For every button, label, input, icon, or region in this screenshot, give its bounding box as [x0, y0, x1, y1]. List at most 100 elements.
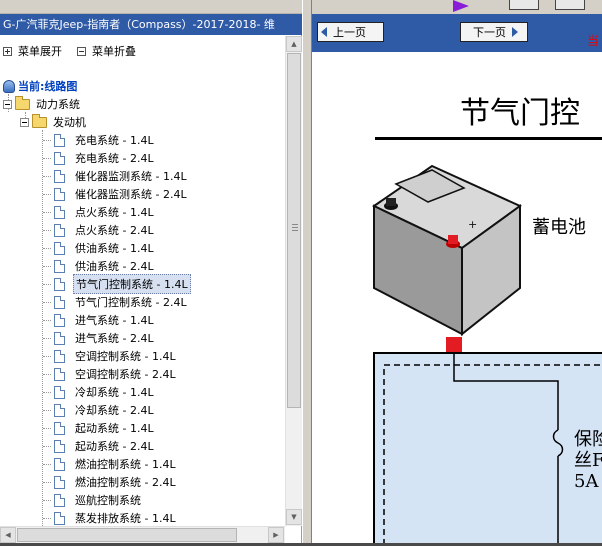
tree-guide-line [43, 374, 51, 375]
tree-item-label: 起动系统 - 2.4L [75, 440, 154, 453]
navigation-pane: G-广汽菲克Jeep-指南者（Compass）-2017-2018- 维 菜单展… [0, 0, 302, 546]
tree-item[interactable]: 冷却系统 - 1.4L [54, 383, 156, 401]
tree-guide-line [43, 482, 51, 483]
tree-item[interactable]: 供油系统 - 2.4L [54, 257, 156, 275]
tree-item[interactable]: 起动系统 - 2.4L [54, 437, 156, 455]
tree-item[interactable]: 空调控制系统 - 2.4L [54, 365, 178, 383]
tree-item[interactable]: 充电系统 - 2.4L [54, 149, 156, 167]
tree-item[interactable]: 充电系统 - 1.4L [54, 131, 156, 149]
window-top-strip [0, 0, 302, 14]
tree-guide-line [43, 212, 51, 213]
tree-item[interactable]: 空调控制系统 - 1.4L [54, 347, 178, 365]
horizontal-scrollbar[interactable]: ◀ ▶ [0, 526, 285, 543]
tree-guide-line [43, 266, 51, 267]
document-icon [54, 295, 65, 309]
tree-guide-line [43, 356, 51, 357]
current-page-indicator: 当 [587, 34, 600, 48]
expand-menu-label: 菜单展开 [18, 45, 62, 58]
current-location: 当前:线路图 [3, 77, 77, 95]
tree-item[interactable]: 点火系统 - 2.4L [54, 221, 156, 239]
tree-item-label: 空调控制系统 - 1.4L [75, 350, 176, 363]
tree-item-label: 蒸发排放系统 - 1.4L [75, 512, 176, 525]
scroll-left-button[interactable]: ◀ [0, 527, 16, 543]
fuse-label-line: 保险 [574, 429, 602, 450]
window-icon[interactable] [509, 0, 539, 10]
prev-page-label: 上一页 [333, 26, 366, 39]
fuse-label: 保险 丝F 5A [574, 429, 602, 492]
tree-item[interactable]: 点火系统 - 1.4L [54, 203, 156, 221]
tree-item-label: 供油系统 - 1.4L [75, 242, 154, 255]
tree-node-label: 发动机 [53, 116, 86, 129]
document-icon [54, 331, 65, 345]
page-navigation-bar: 上一页 下一页 当 [312, 14, 602, 52]
tree-item-label: 空调控制系统 - 2.4L [75, 368, 176, 381]
tree-guide-line [43, 158, 51, 159]
tree-item-label: 点火系统 - 1.4L [75, 206, 154, 219]
tree-item-label: 起动系统 - 1.4L [75, 422, 154, 435]
tree-guide-line [43, 320, 51, 321]
scroll-up-button[interactable]: ▲ [286, 36, 302, 52]
diagram-pane: 上一页 下一页 当 节气门控 + 蓄电池 保险 丝F 5A [312, 0, 602, 546]
tree-item-label: 供油系统 - 2.4L [75, 260, 154, 273]
tree-item-label: 催化器监测系统 - 1.4L [75, 170, 187, 183]
collapse-node-icon[interactable] [20, 117, 29, 127]
tree-node-power-system[interactable]: 动力系统 [3, 95, 82, 113]
tree-node-label: 动力系统 [36, 98, 80, 111]
tree-item-label: 进气系统 - 2.4L [75, 332, 154, 345]
tree-guide-line [43, 338, 51, 339]
tree-item-label: 巡航控制系统 [75, 494, 141, 507]
scroll-down-button[interactable]: ▼ [286, 509, 302, 525]
tree-item-label: 催化器监测系统 - 2.4L [75, 188, 187, 201]
diagram-drawing: + [372, 164, 602, 546]
fuse-label-line: 丝F [574, 450, 602, 471]
battery-icon[interactable]: + [372, 164, 522, 337]
scroll-right-button[interactable]: ▶ [268, 527, 284, 543]
battery-label: 蓄电池 [532, 217, 586, 238]
tree-item[interactable]: 催化器监测系统 - 2.4L [54, 185, 189, 203]
play-icon[interactable] [453, 0, 469, 12]
collapse-node-icon[interactable] [3, 99, 12, 109]
tree-guide-line [43, 194, 51, 195]
tree-guide-line [43, 392, 51, 393]
prev-page-button[interactable]: 上一页 [317, 22, 384, 42]
tree-guide-line [43, 302, 51, 303]
tree-node-engine[interactable]: 发动机 [20, 113, 88, 131]
tree-item[interactable]: 进气系统 - 2.4L [54, 329, 156, 347]
expand-icon [3, 46, 12, 56]
document-icon [54, 421, 65, 435]
tree-view: 当前:线路图 动力系统 发动机 充电系统 - 1.4L 充电系统 - 2.4L 催化… [0, 74, 285, 526]
document-icon [54, 205, 65, 219]
tree-item[interactable]: 燃油控制系统 - 2.4L [54, 473, 178, 491]
tree-item[interactable]: 巡航控制系统 [54, 491, 143, 509]
tree-item[interactable]: 供油系统 - 1.4L [54, 239, 156, 257]
pane-splitter[interactable] [302, 0, 312, 546]
tree-item[interactable]: 燃油控制系统 - 1.4L [54, 455, 178, 473]
tree-guide-line [43, 176, 51, 177]
expand-menu-button[interactable]: 菜单展开 [3, 44, 62, 58]
tree-guide-line [43, 446, 51, 447]
vertical-scrollbar[interactable]: ▲ ▼ [285, 36, 302, 526]
tree-item-label: 充电系统 - 2.4L [75, 152, 154, 165]
tree-item[interactable]: 催化器监测系统 - 1.4L [54, 167, 189, 185]
arrow-left-icon [321, 27, 327, 37]
tree-guide-line [43, 140, 51, 141]
tree-item[interactable]: 起动系统 - 1.4L [54, 419, 156, 437]
tree-item[interactable]: 蒸发排放系统 - 1.4L [54, 509, 178, 526]
tree-item[interactable]: 节气门控制系统 - 1.4L [54, 274, 191, 294]
connector-red[interactable] [446, 337, 462, 353]
document-title: G-广汽菲克Jeep-指南者（Compass）-2017-2018- 维 [0, 14, 302, 35]
tree-item[interactable]: 进气系统 - 1.4L [54, 311, 156, 329]
tree-item[interactable]: 冷却系统 - 2.4L [54, 401, 156, 419]
tree-guide-line [43, 410, 51, 411]
window-icon[interactable] [555, 0, 585, 10]
tree-item-label: 进气系统 - 1.4L [75, 314, 154, 327]
collapse-menu-button[interactable]: 菜单折叠 [77, 44, 136, 58]
scroll-thumb[interactable] [287, 53, 301, 408]
current-location-label: 当前:线路图 [18, 80, 78, 93]
document-icon [54, 277, 65, 291]
tree-item[interactable]: 节气门控制系统 - 2.4L [54, 293, 189, 311]
document-icon [54, 511, 65, 525]
scroll-thumb[interactable] [17, 528, 237, 542]
next-page-button[interactable]: 下一页 [460, 22, 528, 42]
tree-guide-line [43, 230, 51, 231]
